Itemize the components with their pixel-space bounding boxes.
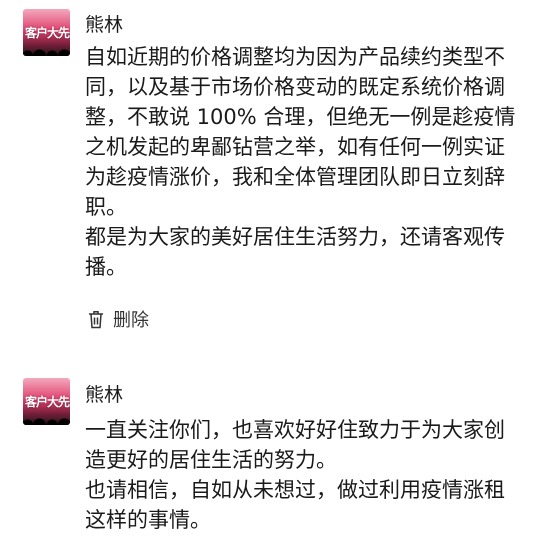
avatar-crowd — [23, 44, 70, 56]
avatar-crowd — [23, 413, 70, 425]
trash-icon — [89, 310, 103, 328]
delete-button[interactable]: 删除 — [88, 306, 149, 332]
comment-text: 自如近期的价格调整均为因为产品续约类型不同，以及基于市场价格变动的既定系统价格调… — [85, 42, 525, 282]
comment-author[interactable]: 熊林 — [85, 10, 123, 37]
comment-author[interactable]: 熊林 — [85, 380, 123, 407]
avatar-text: 客户大先 — [25, 26, 70, 40]
comment-text: 一直关注你们，也喜欢好好住致力于为大家创造更好的居住生活的努力。 也请相信，自如… — [85, 415, 525, 535]
comment-paragraph: 一直关注你们，也喜欢好好住致力于为大家创造更好的居住生活的努力。 — [85, 418, 505, 472]
avatar-text: 客户大先 — [25, 395, 70, 409]
delete-label: 删除 — [113, 310, 149, 331]
avatar[interactable]: 客户大先 — [23, 378, 70, 425]
comment-paragraph: 都是为大家的美好居住生活努力，还请客观传播。 — [85, 225, 505, 279]
comment-paragraph: 也请相信，自如从未想过，做过利用疫情涨租这样的事情。 — [85, 478, 505, 532]
comment-paragraph: 自如近期的价格调整均为因为产品续约类型不同，以及基于市场价格变动的既定系统价格调… — [85, 45, 516, 219]
avatar[interactable]: 客户大先 — [23, 9, 70, 56]
